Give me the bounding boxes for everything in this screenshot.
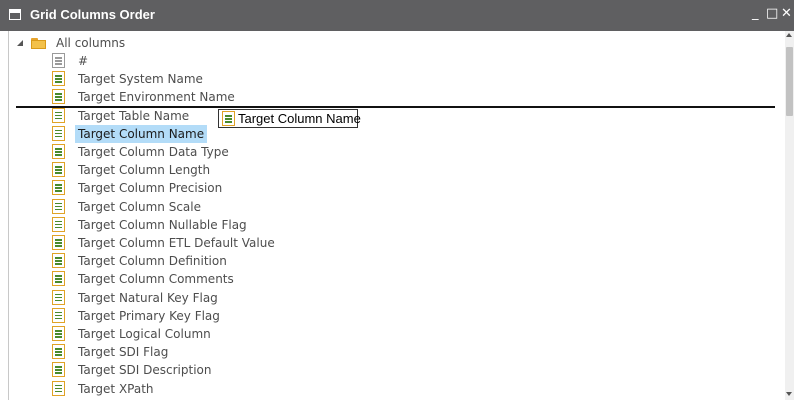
folder-open-icon	[31, 38, 47, 49]
minimize-button[interactable]: _	[752, 7, 759, 21]
column-icon	[52, 71, 65, 87]
tree-item-label: Target Column Definition	[78, 254, 227, 269]
column-icon	[52, 144, 65, 159]
drag-ghost-label: Target Column Name	[238, 111, 361, 126]
window-title: Grid Columns Order	[30, 7, 155, 22]
tree-item-label: Target SDI Description	[78, 363, 212, 378]
column-icon	[222, 111, 235, 126]
tree-item-label: Target Natural Key Flag	[78, 290, 218, 305]
scroll-down-arrow-icon[interactable]	[786, 392, 792, 396]
column-icon	[52, 271, 65, 287]
column-icon	[52, 198, 65, 214]
column-icon	[52, 344, 65, 360]
title-bar[interactable]: Grid Columns Order _ □ ✕	[0, 0, 794, 31]
column-icon	[52, 107, 65, 123]
column-icon	[52, 125, 65, 141]
column-icon	[52, 89, 65, 105]
tree-item-label: Target Column Scale	[78, 199, 201, 214]
hash-column-icon	[52, 53, 65, 68]
tree-item-label: Target SDI Flag	[78, 345, 169, 360]
drop-indicator-line	[16, 106, 775, 108]
tree-item-label: Target Column ETL Default Value	[78, 236, 275, 250]
tree-item-label: Target Table Name	[78, 108, 190, 123]
column-icon	[52, 253, 65, 269]
scroll-up-arrow-icon[interactable]	[786, 33, 792, 37]
close-button[interactable]: ✕	[781, 7, 792, 21]
tree-item-label: Target Column Nullable Flag	[78, 217, 247, 232]
maximize-button[interactable]: □	[766, 7, 778, 21]
tree-item-label: #	[78, 54, 89, 68]
expand-collapse-icon[interactable]	[17, 40, 23, 46]
tree-item-label: Target Environment Name	[78, 90, 235, 105]
tree-item-label: Target Column Name	[75, 124, 208, 143]
tree-item-label: Target Logical Column	[78, 327, 211, 341]
tree-item-label: Target Column Data Type	[78, 145, 229, 159]
tree-item-label: Target System Name	[78, 72, 203, 87]
column-icon	[52, 289, 65, 305]
column-icon	[52, 380, 65, 396]
column-icon	[52, 235, 65, 250]
window-icon	[9, 9, 21, 20]
tree-item-label: Target Column Precision	[78, 181, 223, 196]
tree-item-label: Target Column Comments	[78, 272, 234, 287]
tree-item-label: Target XPath	[78, 381, 154, 396]
column-icon	[52, 162, 65, 178]
column-icon	[52, 216, 65, 232]
tree-item-label: Target Primary Key Flag	[78, 308, 220, 323]
column-icon	[52, 180, 65, 196]
column-icon	[52, 326, 65, 341]
scrollbar-thumb[interactable]	[786, 47, 793, 116]
drag-ghost: Target Column Name	[218, 109, 361, 128]
tree-item-label: Target Column Length	[78, 163, 211, 178]
column-icon	[52, 362, 65, 378]
column-icon	[52, 307, 65, 323]
tree-root-label[interactable]: All columns	[56, 35, 125, 51]
